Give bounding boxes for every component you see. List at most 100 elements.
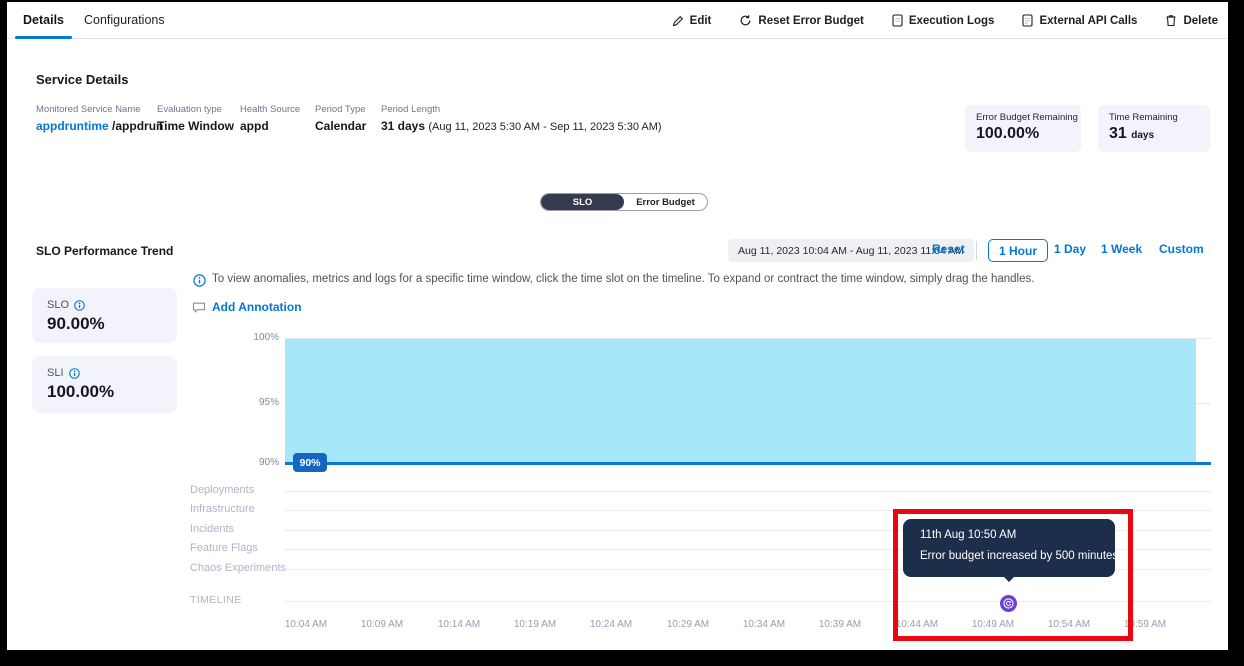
period-duration: 31 days (381, 119, 425, 133)
xtick: 10:04 AM (285, 619, 327, 630)
range-1day-button[interactable]: 1 Day (1054, 242, 1086, 256)
reset-link[interactable]: Reset (932, 242, 965, 256)
field-health-source: Health Source appd (240, 104, 300, 133)
info-icon (193, 274, 206, 287)
reset-error-budget-label: Reset Error Budget (758, 15, 863, 27)
range-custom-button[interactable]: Custom (1159, 242, 1204, 256)
time-remaining-unit: days (1131, 130, 1154, 141)
sli-card-label: SLI (47, 367, 64, 379)
add-annotation-button[interactable]: Add Annotation (192, 300, 302, 314)
execution-logs-label: Execution Logs (909, 15, 995, 27)
tab-configurations-label: Configurations (84, 13, 165, 27)
api-document-icon (1022, 14, 1033, 27)
slo-target-line (285, 462, 1211, 465)
annotation-marker-icon (1003, 598, 1014, 609)
timeline-label: TIMELINE (190, 594, 242, 606)
tooltip-timestamp: 11th Aug 10:50 AM (920, 530, 1115, 542)
time-remaining-value: 31 (1109, 125, 1127, 142)
edit-label: Edit (690, 15, 712, 27)
document-icon (892, 14, 903, 27)
sli-card-value: 100.00% (47, 382, 162, 402)
top-tab-bar: Details Configurations Edit Reset Error … (7, 2, 1228, 39)
xtick: 10:19 AM (514, 619, 556, 630)
field-period-length: Period Length 31 days (Aug 11, 2023 5:30… (381, 104, 662, 133)
tooltip-message: Error budget increased by 500 minutes (920, 551, 1115, 563)
time-remaining-card: Time Remaining 31 days (1098, 105, 1210, 152)
field-monitored-service: Monitored Service Name appdruntime //app… (36, 104, 163, 133)
header-actions: Edit Reset Error Budget Execution Logs E… (672, 2, 1218, 39)
lane-incidents: Incidents (190, 523, 234, 535)
ytick-95: 95% (235, 397, 279, 408)
reset-icon (739, 14, 752, 27)
range-divider (976, 241, 977, 260)
timeline-line[interactable] (285, 601, 1211, 602)
ytick-100: 100% (235, 332, 279, 343)
xtick: 10:09 AM (361, 619, 403, 630)
xtick: 10:34 AM (743, 619, 785, 630)
xtick: 10:29 AM (667, 619, 709, 630)
tab-configurations[interactable]: Configurations (74, 2, 175, 39)
xtick: 10:39 AM (819, 619, 861, 630)
field-label: Period Length (381, 104, 662, 115)
ytick-90: 90% (235, 457, 279, 468)
field-label: Evaluation type (157, 104, 234, 115)
field-value: Calendar (315, 119, 366, 133)
xtick: 10:49 AM (972, 619, 1014, 630)
field-label: Monitored Service Name (36, 104, 163, 115)
add-annotation-label: Add Annotation (212, 300, 302, 314)
delete-label: Delete (1183, 15, 1218, 27)
annotation-tooltip: 11th Aug 10:50 AM Error budget increased… (903, 519, 1115, 577)
toggle-error-budget[interactable]: Error Budget (624, 194, 707, 210)
lane-line (285, 510, 1211, 511)
sli-area-series (285, 339, 1196, 463)
reset-error-budget-button[interactable]: Reset Error Budget (739, 14, 863, 27)
field-value: appd (240, 119, 300, 133)
slo-info-icon[interactable] (74, 300, 85, 311)
xtick: 10:14 AM (438, 619, 480, 630)
info-banner: To view anomalies, metrics and logs for … (193, 273, 1034, 287)
trend-title: SLO Performance Trend (36, 244, 173, 258)
sli-card: SLI 100.00% (32, 356, 177, 413)
error-budget-remaining-value: 100.00% (976, 125, 1070, 143)
monitored-service-link[interactable]: appdruntime (36, 119, 109, 133)
lane-infrastructure: Infrastructure (190, 503, 255, 515)
range-1week-button[interactable]: 1 Week (1101, 242, 1142, 256)
tab-details-label: Details (23, 13, 64, 27)
external-api-calls-button[interactable]: External API Calls (1022, 14, 1137, 27)
slo-errorbudget-toggle: SLO Error Budget (540, 193, 708, 211)
xtick: 10:24 AM (590, 619, 632, 630)
service-details-title: Service Details (36, 72, 129, 87)
speech-bubble-icon (192, 301, 206, 314)
lane-feature-flags: Feature Flags (190, 542, 258, 554)
field-label: Period Type (315, 104, 366, 115)
delete-button[interactable]: Delete (1165, 14, 1218, 27)
period-range: (Aug 11, 2023 5:30 AM - Sep 11, 2023 5:3… (428, 121, 661, 133)
xtick: 10:54 AM (1048, 619, 1090, 630)
error-budget-remaining-card: Error Budget Remaining 100.00% (965, 105, 1081, 152)
field-value: Time Window (157, 119, 234, 133)
xtick: 10:59 AM (1124, 619, 1166, 630)
trash-icon (1165, 14, 1177, 27)
slo-card: SLO 90.00% (32, 288, 177, 343)
range-1hour-button[interactable]: 1 Hour (988, 239, 1048, 262)
lane-line (285, 491, 1211, 492)
pencil-icon (672, 15, 684, 27)
sli-info-icon[interactable] (69, 368, 80, 379)
time-remaining-label: Time Remaining (1109, 112, 1199, 123)
tab-details[interactable]: Details (13, 2, 74, 39)
annotation-marker[interactable] (1000, 595, 1017, 612)
lane-deployments: Deployments (190, 484, 254, 496)
lane-chaos-experiments: Chaos Experiments (190, 562, 286, 574)
field-label: Health Source (240, 104, 300, 115)
slo-target-badge: 90% (293, 453, 327, 472)
field-period-type: Period Type Calendar (315, 104, 366, 133)
field-evaluation-type: Evaluation type Time Window (157, 104, 234, 133)
slo-card-value: 90.00% (47, 314, 162, 334)
slo-card-label: SLO (47, 299, 69, 311)
edit-button[interactable]: Edit (672, 15, 712, 27)
main-page: Details Configurations Edit Reset Error … (7, 2, 1228, 650)
execution-logs-button[interactable]: Execution Logs (892, 14, 995, 27)
toggle-slo[interactable]: SLO (541, 194, 624, 210)
external-api-calls-label: External API Calls (1039, 15, 1137, 27)
xtick: 10:44 AM (896, 619, 938, 630)
